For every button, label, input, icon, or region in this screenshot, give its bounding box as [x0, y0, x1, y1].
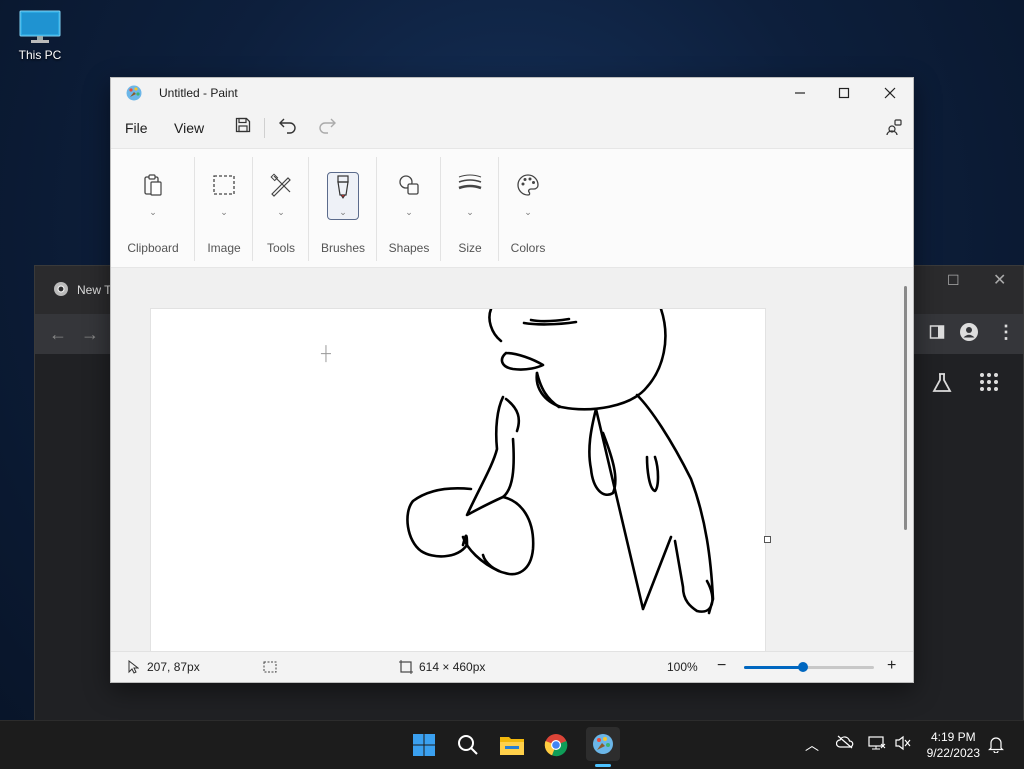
tools-group[interactable]: ⌄ Tools — [253, 149, 309, 267]
browser-close-icon[interactable]: ✕ — [993, 270, 1006, 290]
brushes-group[interactable]: ⌄ Brushes — [309, 149, 377, 267]
active-app-indicator — [595, 764, 611, 767]
browser-tab-label: New T — [77, 283, 112, 297]
brushes-label: Brushes — [320, 241, 366, 255]
chrome-taskbar-icon[interactable] — [542, 731, 570, 759]
browser-maximize-icon[interactable]: ☐ — [947, 272, 960, 289]
drawing-canvas[interactable] — [150, 307, 766, 652]
network-icon[interactable] — [868, 735, 886, 754]
zoom-level: 100% — [667, 660, 698, 674]
menu-separator — [264, 118, 265, 138]
line-size-icon — [458, 173, 482, 198]
zoom-slider-fill — [744, 666, 803, 669]
canvas-size: 614 × 460px — [419, 660, 486, 674]
zoom-out-button[interactable]: − — [717, 657, 726, 675]
chrome-icon — [53, 281, 69, 300]
clipboard-group[interactable]: ⌄ Clipboard — [111, 149, 195, 267]
maximize-button[interactable] — [821, 81, 867, 105]
undo-icon[interactable] — [278, 116, 298, 139]
palette-icon — [516, 173, 540, 202]
profile-icon[interactable] — [959, 322, 979, 347]
clipboard-label: Clipboard — [127, 241, 179, 255]
tools-label: Tools — [266, 241, 295, 255]
zoom-slider-thumb[interactable] — [797, 662, 808, 672]
paint-app-icon — [125, 84, 143, 107]
redo-icon[interactable] — [317, 116, 337, 139]
paint-titlebar[interactable]: Untitled - Paint — [111, 78, 913, 108]
pencil-tools-icon — [269, 173, 293, 202]
start-windows-icon[interactable] — [410, 731, 438, 759]
chevron-down-icon[interactable]: ⌄ — [524, 207, 532, 218]
canvas-area[interactable]: ┼ — [111, 268, 913, 652]
vertical-scrollbar[interactable] — [904, 286, 907, 530]
clipboard-icon — [142, 173, 164, 202]
menubar: File View — [111, 108, 913, 148]
shapes-group[interactable]: ⌄ Shapes — [377, 149, 441, 267]
paint-window[interactable]: Untitled - Paint File View ⌄ Clipboard ⌄… — [110, 77, 914, 683]
taskbar: ︿ 4:19 PM 9/22/2023 — [0, 720, 1024, 769]
size-group[interactable]: ⌄ Size — [441, 149, 499, 267]
brush-icon — [334, 175, 352, 204]
save-icon[interactable] — [234, 116, 252, 139]
chevron-down-icon[interactable]: ⌄ — [405, 207, 413, 218]
clock-date: 9/22/2023 — [926, 746, 980, 760]
paint-taskbar-icon[interactable] — [586, 727, 620, 761]
chevron-up-icon[interactable]: ︿ — [805, 735, 819, 755]
zoom-slider[interactable] — [744, 662, 874, 672]
chevron-down-icon[interactable]: ⌄ — [220, 207, 228, 218]
crosshair-cursor-icon: ┼ — [321, 345, 331, 361]
shapes-label: Shapes — [388, 241, 430, 255]
minimize-button[interactable] — [777, 81, 823, 105]
labs-flask-icon[interactable] — [931, 372, 953, 399]
chevron-down-icon[interactable]: ⌄ — [466, 207, 474, 218]
shapes-icon — [397, 173, 421, 202]
sidepanel-icon[interactable] — [929, 324, 945, 345]
share-icon[interactable] — [885, 118, 903, 141]
view-menu[interactable]: View — [174, 120, 204, 136]
colors-group[interactable]: ⌄ Colors — [499, 149, 557, 267]
window-title: Untitled - Paint — [159, 86, 238, 100]
volume-muted-icon[interactable] — [894, 735, 912, 754]
clock-time: 4:19 PM — [930, 730, 976, 744]
kebab-menu-icon[interactable]: ⋮ — [997, 322, 1015, 343]
zoom-in-button[interactable]: + — [887, 657, 896, 675]
resize-handle[interactable] — [764, 536, 771, 543]
back-arrow-icon[interactable]: ← — [49, 324, 67, 345]
close-button[interactable] — [867, 81, 913, 105]
file-explorer-icon[interactable] — [498, 731, 526, 759]
selection-size-icon — [263, 660, 277, 677]
pointer-icon — [127, 659, 140, 677]
chevron-down-icon[interactable]: ⌄ — [277, 207, 285, 218]
apps-grid-icon[interactable] — [979, 372, 999, 397]
this-pc-label: This PC — [18, 48, 62, 62]
select-rectangle-icon — [212, 173, 236, 202]
forward-arrow-icon[interactable]: → — [81, 324, 99, 345]
file-menu[interactable]: File — [125, 120, 148, 136]
chevron-down-icon[interactable]: ⌄ — [339, 207, 347, 218]
this-pc-desktop-icon[interactable]: This PC — [12, 10, 68, 62]
image-group[interactable]: ⌄ Image — [195, 149, 253, 267]
ribbon: ⌄ Clipboard ⌄ Image ⌄ Tools ⌄ Brushes ⌄ … — [111, 148, 913, 268]
size-label: Size — [458, 241, 482, 255]
cloud-offline-icon[interactable] — [835, 735, 854, 752]
drawing-strokes — [406, 307, 715, 615]
monitor-icon — [19, 10, 61, 43]
search-icon[interactable] — [454, 731, 482, 759]
status-bar: 207, 87px 614 × 460px 100% − + — [111, 651, 913, 682]
chevron-down-icon[interactable]: ⌄ — [149, 207, 157, 218]
cursor-position: 207, 87px — [147, 660, 200, 674]
canvas-size-icon — [399, 660, 413, 677]
image-label: Image — [207, 241, 241, 255]
notifications-bell-icon[interactable] — [988, 735, 1004, 756]
clock[interactable]: 4:19 PM 9/22/2023 — [927, 729, 980, 761]
colors-label: Colors — [510, 241, 546, 255]
